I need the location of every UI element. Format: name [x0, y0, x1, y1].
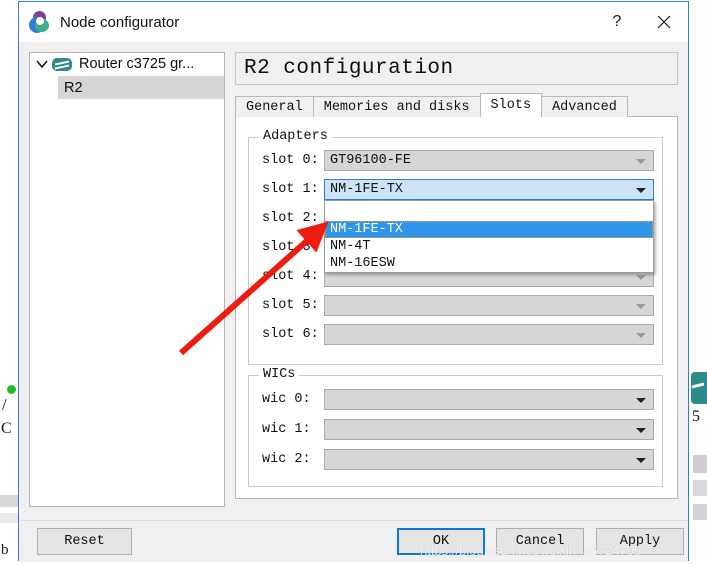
backdrop-digit-text: 5: [692, 408, 700, 425]
slot-0-value: GT96100-FE: [330, 153, 412, 168]
slot-5-label: slot 5:: [262, 298, 319, 313]
chevron-down-icon[interactable]: [35, 57, 49, 71]
help-button[interactable]: ?: [594, 2, 640, 42]
close-button[interactable]: [640, 2, 688, 42]
adapter-row-slot-0: slot 0: GT96100-FE: [262, 150, 654, 171]
chevron-down-icon[interactable]: [636, 457, 646, 463]
wic-0-combo[interactable]: [324, 389, 654, 410]
slot-6-label: slot 6:: [262, 327, 319, 342]
slot-1-dropdown-list[interactable]: NM-1FE-TX NM-4T NM-16ESW: [324, 200, 654, 273]
adapter-row-slot-6: slot 6:: [262, 324, 654, 345]
window-title: Node configurator: [60, 13, 180, 31]
dropdown-option-nm-4t[interactable]: NM-4T: [325, 238, 653, 255]
chevron-down-icon: [636, 332, 646, 338]
wic-2-combo[interactable]: [324, 449, 654, 470]
adapter-row-slot-1: slot 1: NM-1FE-TX: [262, 179, 654, 200]
backdrop-slash-text: /: [2, 395, 7, 414]
slot-1-label: slot 1:: [262, 182, 319, 197]
chevron-down-icon: [636, 158, 646, 164]
slot-2-label: slot 2:: [262, 211, 319, 226]
tab-general[interactable]: General: [235, 96, 314, 117]
app-logo-icon: [29, 11, 51, 33]
dialog-body: Router c3725 gr... R2 R2 configuration G…: [19, 42, 688, 520]
wic-2-label: wic 2:: [262, 452, 311, 467]
wic-row-2: wic 2:: [262, 449, 654, 470]
adapters-legend: Adapters: [259, 129, 332, 144]
slot-0-label: slot 0:: [262, 153, 319, 168]
router-icon: [52, 57, 72, 71]
backdrop-right-strip-3: [693, 504, 707, 520]
adapter-row-slot-5: slot 5:: [262, 295, 654, 316]
slot-1-combo[interactable]: NM-1FE-TX: [324, 179, 654, 200]
chevron-down-icon[interactable]: [636, 187, 646, 193]
tab-slots[interactable]: Slots: [479, 93, 543, 117]
chevron-down-icon: [636, 303, 646, 309]
wic-0-label: wic 0:: [262, 392, 311, 407]
status-dot-icon: [7, 385, 16, 394]
chevron-down-icon[interactable]: [636, 397, 646, 403]
title-bar: Node configurator ?: [19, 2, 688, 42]
window-controls: ?: [594, 2, 688, 42]
chevron-down-icon[interactable]: [636, 427, 646, 433]
backdrop-bottom-text: b: [1, 542, 9, 558]
wic-row-1: wic 1:: [262, 419, 654, 440]
slot-4-label: slot 4:: [262, 269, 319, 284]
backdrop-right-strip-1: [693, 455, 707, 473]
chevron-down-icon: [636, 274, 646, 280]
tree-item-r2[interactable]: R2: [58, 76, 224, 99]
wic-row-0: wic 0:: [262, 389, 654, 410]
wics-legend: WICs: [259, 367, 300, 382]
dropdown-option-nm-16esw[interactable]: NM-16ESW: [325, 255, 653, 272]
slot-3-label: slot 3:: [262, 240, 319, 255]
tab-panel-slots: Adapters slot 0: GT96100-FE slot 1: NM-1…: [235, 116, 678, 499]
dropdown-option-nm-1fe-tx[interactable]: NM-1FE-TX: [325, 221, 653, 238]
tree-item-label: R2: [64, 79, 83, 96]
dropdown-option-blank[interactable]: [325, 201, 653, 221]
slot-0-combo: GT96100-FE: [324, 150, 654, 171]
tree-root-router-c3725[interactable]: Router c3725 gr...: [30, 53, 224, 75]
backdrop-router-icon: [691, 372, 707, 404]
config-panel: R2 configuration General Memories and di…: [235, 52, 678, 507]
tab-memories-and-disks[interactable]: Memories and disks: [312, 96, 481, 117]
tree-root-label: Router c3725 gr...: [79, 56, 195, 72]
backdrop-right-strip-2: [693, 480, 707, 496]
slot-1-value: NM-1FE-TX: [330, 182, 403, 197]
close-icon: [657, 15, 671, 29]
backdrop-letter-text: C: [1, 420, 12, 437]
wic-1-label: wic 1:: [262, 422, 311, 437]
tab-advanced[interactable]: Advanced: [541, 96, 628, 117]
page-title: R2 configuration: [235, 52, 678, 85]
node-configurator-dialog: Node configurator ? Router c3725 gr... R…: [18, 1, 689, 562]
slot-5-combo: [324, 295, 654, 316]
tab-bar: General Memories and disks Slots Advance…: [235, 93, 678, 117]
slot-6-combo: [324, 324, 654, 345]
watermark-text: https://blog.csdn.net/weixin_45724795: [420, 543, 642, 558]
node-tree-panel[interactable]: Router c3725 gr... R2: [29, 52, 225, 507]
reset-button[interactable]: Reset: [37, 528, 132, 555]
wic-1-combo[interactable]: [324, 419, 654, 440]
